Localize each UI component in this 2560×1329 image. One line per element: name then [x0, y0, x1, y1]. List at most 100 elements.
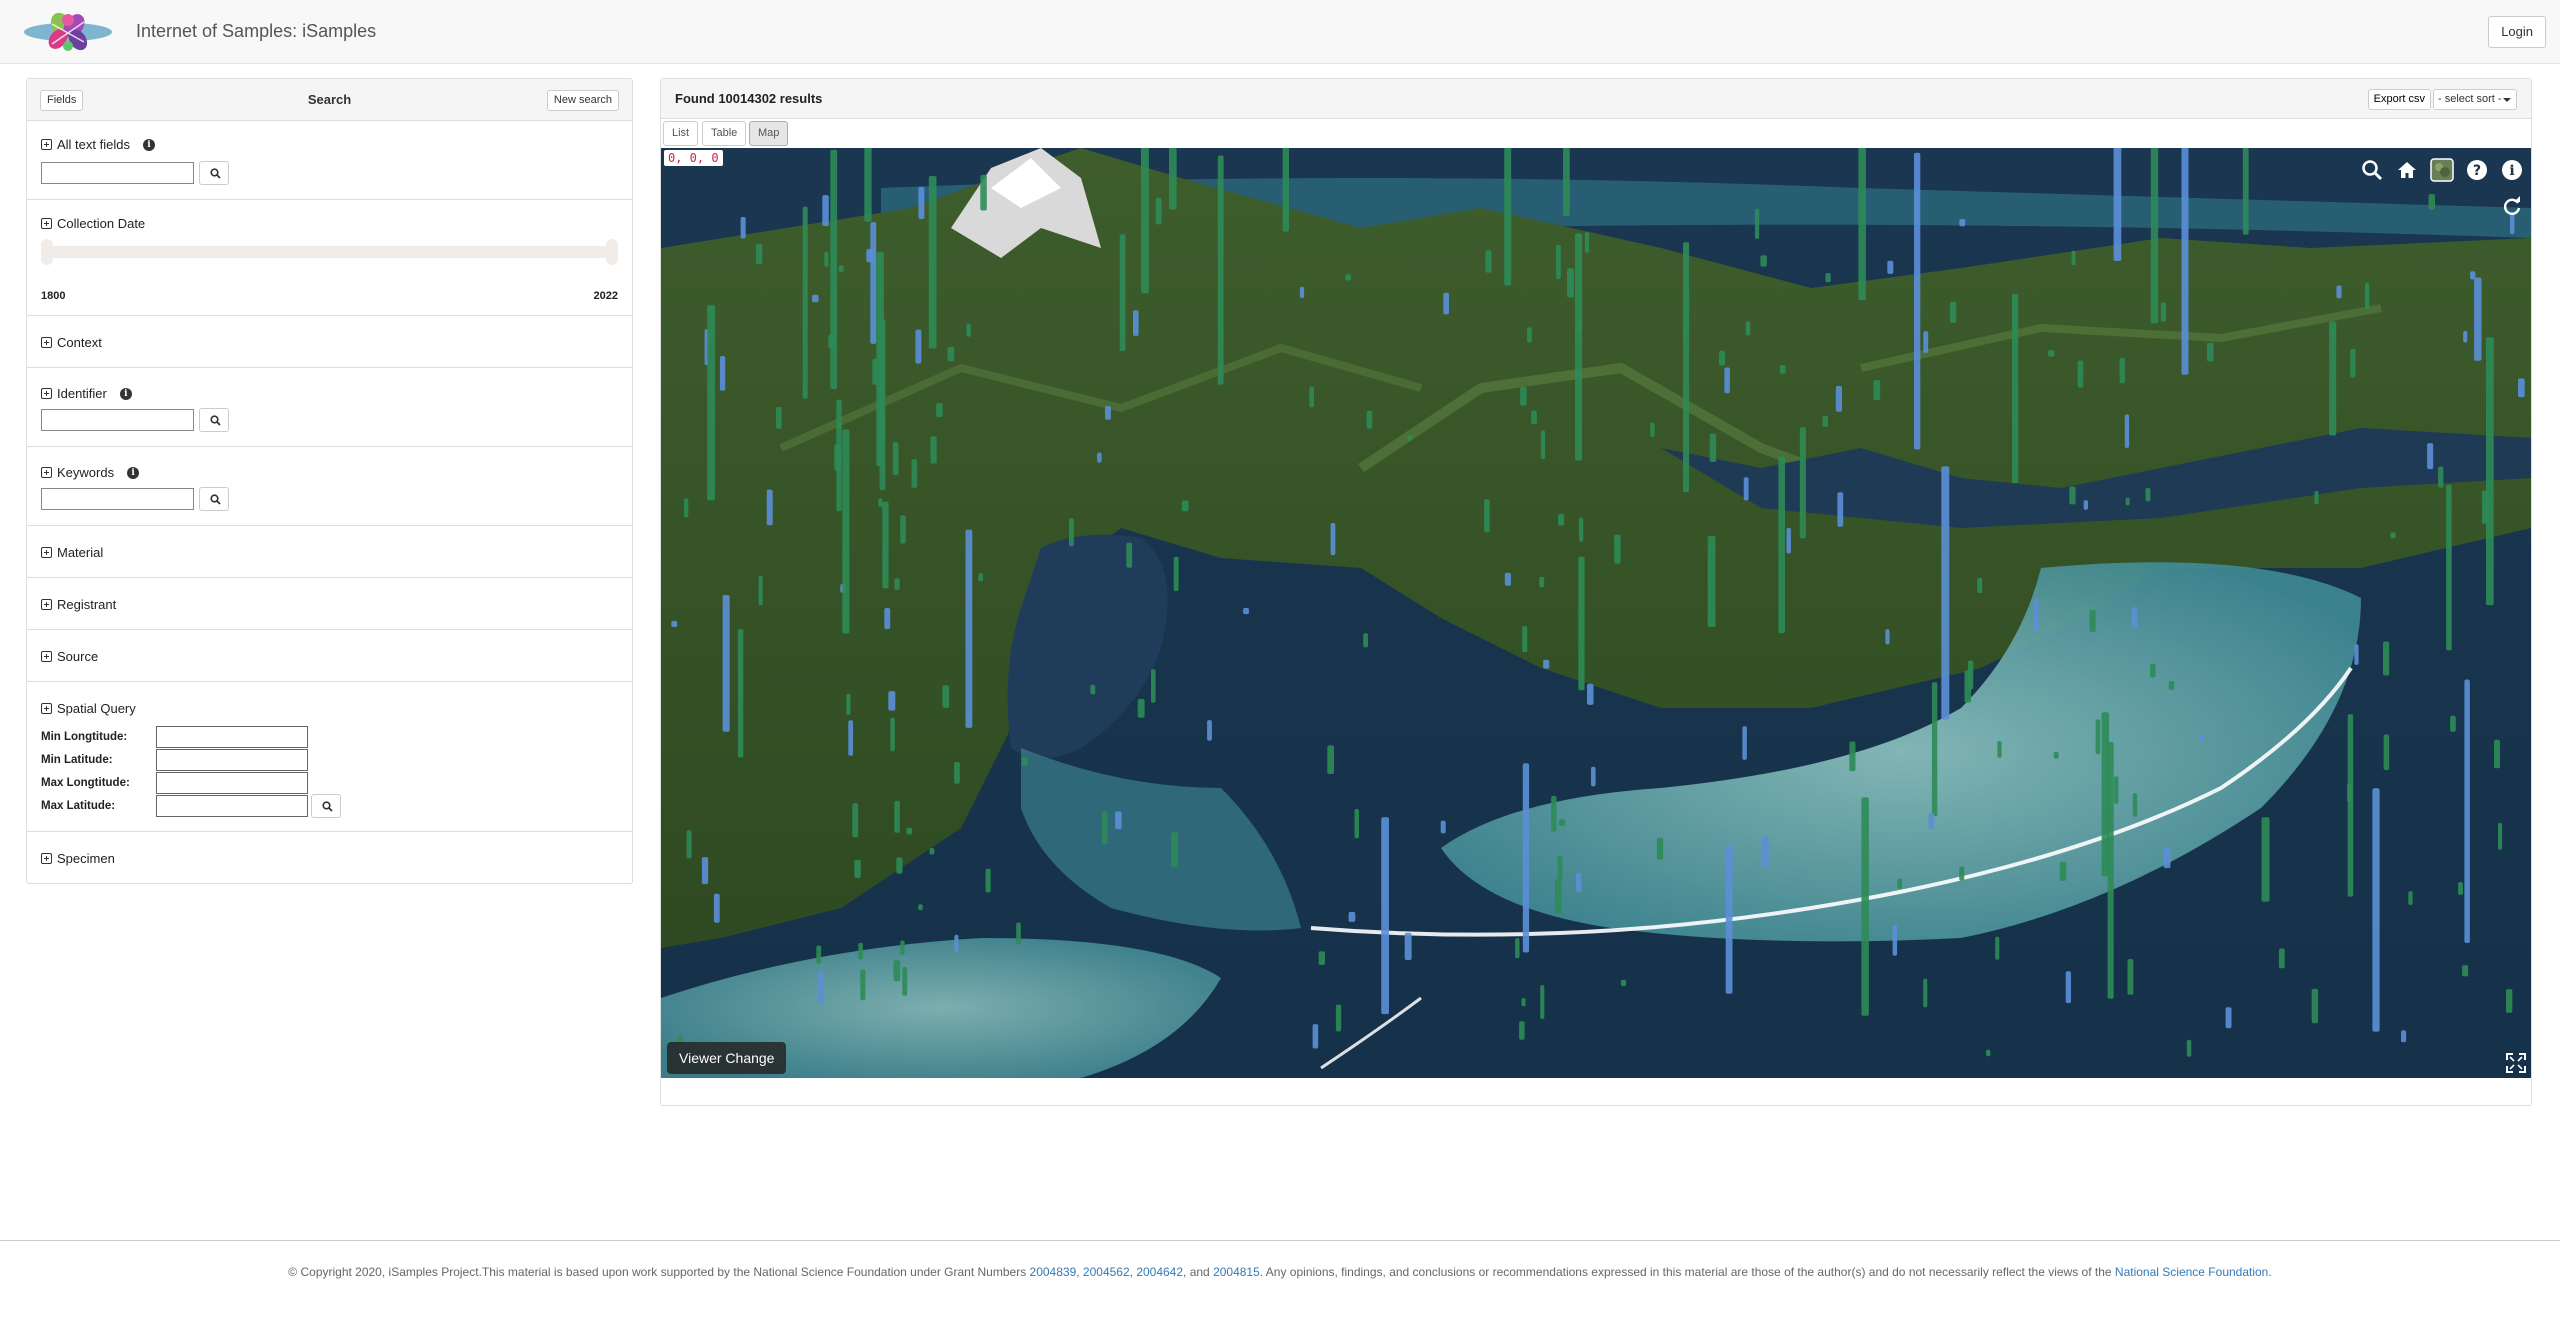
sample-pillar[interactable]: [1563, 148, 1570, 216]
sample-pillar[interactable]: [1115, 811, 1122, 830]
sample-pillar[interactable]: [1923, 978, 1928, 1008]
identifier-search-button[interactable]: [199, 408, 229, 432]
sample-pillar[interactable]: [2083, 500, 2088, 510]
sample-pillar[interactable]: [2131, 607, 2138, 628]
sample-pillar[interactable]: [1949, 301, 1957, 323]
sample-pillar[interactable]: [1540, 430, 1546, 460]
sample-pillar[interactable]: [686, 830, 692, 859]
sample-pillar[interactable]: [1786, 527, 1791, 554]
sample-pillar[interactable]: [758, 575, 763, 606]
sample-pillar[interactable]: [1173, 556, 1179, 592]
sample-pillar[interactable]: [888, 691, 896, 711]
sample-pillar[interactable]: [1540, 985, 1545, 1019]
sample-pillar[interactable]: [719, 356, 726, 391]
sample-pillar[interactable]: [1407, 434, 1413, 441]
sample-pillar[interactable]: [915, 329, 922, 364]
sample-pillar[interactable]: [2336, 285, 2342, 299]
facet-toggle-keywords[interactable]: Keywords i: [41, 465, 140, 480]
sample-pillar[interactable]: [1021, 756, 1028, 766]
tab-map[interactable]: Map: [749, 121, 789, 146]
new-search-button[interactable]: New search: [546, 90, 619, 111]
sample-pillar[interactable]: [1892, 924, 1898, 956]
sample-pillar[interactable]: [812, 294, 819, 303]
sample-pillar[interactable]: [2095, 719, 2101, 755]
sample-pillar[interactable]: [802, 206, 808, 399]
sample-pillar[interactable]: [1155, 197, 1162, 225]
sample-pillar[interactable]: [2206, 342, 2214, 362]
sample-pillar[interactable]: [1724, 367, 1730, 394]
sample-pillar[interactable]: [1977, 577, 1983, 594]
sort-select[interactable]: - select sort -: [2433, 89, 2517, 110]
sample-pillar[interactable]: [1584, 232, 1590, 253]
grant-link-2004815[interactable]: 2004815: [1213, 1265, 1260, 1279]
sample-pillar[interactable]: [942, 685, 950, 708]
sample-pillar[interactable]: [2033, 598, 2039, 632]
sample-pillar[interactable]: [893, 960, 901, 982]
sample-pillar[interactable]: [1335, 1004, 1342, 1032]
facet-toggle-source[interactable]: Source: [41, 649, 98, 664]
sample-pillar[interactable]: [1964, 670, 1972, 703]
fullscreen-icon[interactable]: [2505, 1052, 2527, 1074]
sample-pillar[interactable]: [830, 149, 838, 390]
sample-pillar[interactable]: [2113, 148, 2122, 261]
all-text-search-button[interactable]: [199, 161, 229, 185]
sample-pillar[interactable]: [2124, 414, 2130, 448]
sample-pillar[interactable]: [2506, 989, 2513, 1013]
sample-pillar[interactable]: [713, 893, 720, 923]
sample-pillar[interactable]: [766, 489, 773, 526]
sample-pillar[interactable]: [947, 346, 955, 362]
sample-pillar[interactable]: [1556, 244, 1561, 280]
sample-pillar[interactable]: [1707, 536, 1716, 627]
sample-pillar[interactable]: [2474, 277, 2482, 361]
sample-pillar[interactable]: [722, 595, 730, 732]
sample-pillar[interactable]: [1555, 879, 1562, 914]
facet-toggle-material[interactable]: Material: [41, 545, 103, 560]
sample-pillar[interactable]: [2354, 644, 2359, 665]
terrain-scene[interactable]: [661, 148, 2531, 1078]
sample-pillar[interactable]: [2498, 822, 2503, 850]
sample-pillar[interactable]: [978, 573, 983, 582]
sample-pillar[interactable]: [1137, 698, 1145, 718]
sample-pillar[interactable]: [954, 934, 959, 953]
sample-pillar[interactable]: [1522, 763, 1530, 953]
sample-pillar[interactable]: [822, 195, 829, 226]
sample-pillar[interactable]: [1760, 255, 1767, 267]
keywords-input[interactable]: [41, 488, 194, 510]
sample-pillar[interactable]: [928, 176, 937, 349]
slider-handle-min[interactable]: [41, 239, 53, 265]
sample-pillar[interactable]: [1366, 410, 1373, 429]
sample-pillar[interactable]: [776, 406, 782, 429]
sample-pillar[interactable]: [2462, 965, 2469, 977]
sample-pillar[interactable]: [2372, 788, 2380, 1032]
sample-pillar[interactable]: [1849, 741, 1856, 772]
sample-pillar[interactable]: [1745, 321, 1751, 336]
sample-pillar[interactable]: [2365, 282, 2370, 309]
tab-table[interactable]: Table: [702, 121, 747, 146]
sample-pillar[interactable]: [954, 762, 960, 784]
sample-pillar[interactable]: [930, 436, 937, 464]
info-icon[interactable]: i: [142, 138, 155, 151]
facet-toggle-registrant[interactable]: Registrant: [41, 597, 116, 612]
sample-pillar[interactable]: [1016, 922, 1021, 944]
sample-pillar[interactable]: [1133, 310, 1139, 336]
sample-pillar[interactable]: [1755, 208, 1760, 239]
sample-pillar[interactable]: [858, 942, 863, 960]
sample-pillar[interactable]: [929, 848, 935, 855]
facet-toggle-all-text[interactable]: All text fields i: [41, 137, 155, 152]
all-text-input[interactable]: [41, 162, 194, 184]
sample-pillar[interactable]: [1539, 576, 1545, 588]
sample-pillar[interactable]: [737, 629, 744, 758]
sample-pillar[interactable]: [2428, 194, 2436, 210]
sample-pillar[interactable]: [852, 803, 859, 838]
sample-pillar[interactable]: [2168, 680, 2175, 690]
sample-pillar[interactable]: [985, 868, 991, 893]
sample-pillar[interactable]: [1995, 936, 2000, 960]
sample-pillar[interactable]: [1650, 422, 1655, 438]
sample-pillar[interactable]: [1543, 659, 1550, 669]
sample-pillar[interactable]: [2145, 487, 2151, 502]
sample-pillar[interactable]: [2450, 715, 2456, 732]
sample-pillar[interactable]: [1620, 979, 1627, 987]
help-icon[interactable]: ?: [2463, 156, 2490, 183]
sample-pillar[interactable]: [846, 693, 851, 715]
sample-pillar[interactable]: [892, 442, 899, 476]
